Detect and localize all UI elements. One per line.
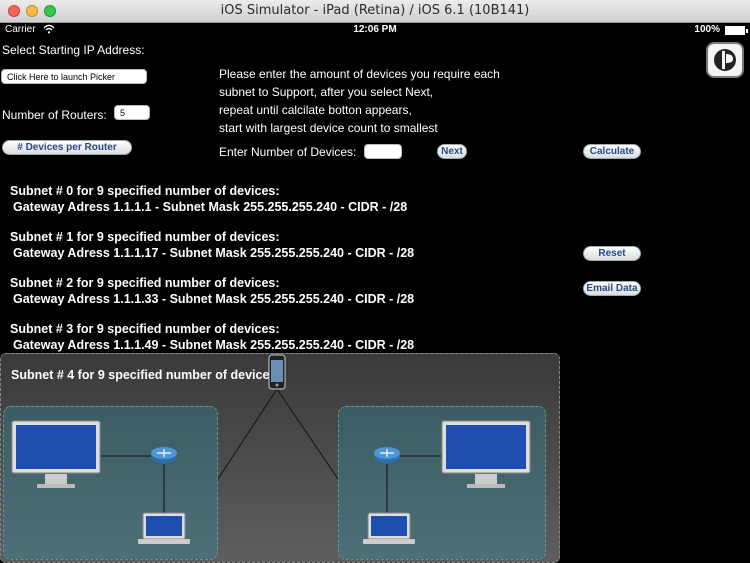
router-icon [373, 444, 401, 469]
start-ip-label: Select Starting IP Address: [2, 43, 145, 57]
status-time: 12:06 PM [353, 24, 397, 35]
network-diagram: Subnet # 4 for 9 specified number of dev… [0, 353, 560, 563]
iphone-icon [268, 354, 286, 395]
subnet-title: Subnet # 1 for 9 specified number of dev… [10, 230, 280, 244]
devices-label: Enter Number of Devices: [219, 145, 357, 159]
reset-button[interactable]: Reset [583, 246, 641, 261]
battery-icon [725, 26, 748, 35]
ip-picker-field[interactable]: Click Here to launch Picker [1, 69, 147, 84]
subnet-result: Subnet # 3 for 9 specified number of dev… [10, 321, 414, 353]
subnet-result: Subnet # 2 for 9 specified number of dev… [10, 275, 414, 307]
subnet-title: Subnet # 0 for 9 specified number of dev… [10, 184, 280, 198]
instructions-text: Please enter the amount of devices you r… [219, 65, 539, 137]
laptop-icon [137, 512, 191, 551]
app-logo-icon [706, 42, 744, 78]
calculate-button[interactable]: Calculate [583, 144, 641, 159]
window-title: iOS Simulator - iPad (Retina) / iOS 6.1 … [220, 3, 530, 18]
desktop-monitor-icon [11, 420, 103, 497]
devices-count-field[interactable] [364, 144, 402, 159]
routers-label: Number of Routers: [2, 108, 107, 122]
laptop-icon [362, 512, 416, 551]
ios-status-bar: Carrier 12:06 PM 100% [0, 23, 750, 38]
instruction-line: repeat until calcilate botton appears, [219, 103, 412, 117]
subnet-detail: Gateway Adress 1.1.1.33 - Subnet Mask 25… [13, 292, 415, 306]
subnet-detail: Gateway Adress 1.1.1.17 - Subnet Mask 25… [13, 246, 415, 260]
subnet-result: Subnet # 0 for 9 specified number of dev… [10, 183, 407, 215]
instruction-line: subnet to Support, after you select Next… [219, 85, 434, 99]
subnet-title: Subnet # 2 for 9 specified number of dev… [10, 276, 280, 290]
desktop-monitor-icon [441, 420, 533, 497]
subnet-result: Subnet # 1 for 9 specified number of dev… [10, 229, 414, 261]
app-screen: Select Starting IP Address: Click Here t… [0, 38, 750, 563]
subnet-detail: Gateway Adress 1.1.1.49 - Subnet Mask 25… [13, 338, 415, 352]
next-button[interactable]: Next [437, 144, 467, 159]
instruction-line: Please enter the amount of devices you r… [219, 67, 500, 81]
email-data-button[interactable]: Email Data [583, 281, 641, 296]
router-icon [150, 444, 178, 469]
routers-count-field[interactable]: 5 [114, 105, 150, 120]
subnet-detail: Gateway Adress 1.1.1.1 - Subnet Mask 255… [13, 200, 408, 214]
battery-percent: 100% [694, 24, 720, 35]
devices-per-router-button[interactable]: # Devices per Router [2, 140, 132, 155]
subnet-title: Subnet # 3 for 9 specified number of dev… [10, 322, 280, 336]
instruction-line: start with largest device count to small… [219, 121, 438, 135]
window-titlebar: iOS Simulator - iPad (Retina) / iOS 6.1 … [0, 0, 750, 23]
